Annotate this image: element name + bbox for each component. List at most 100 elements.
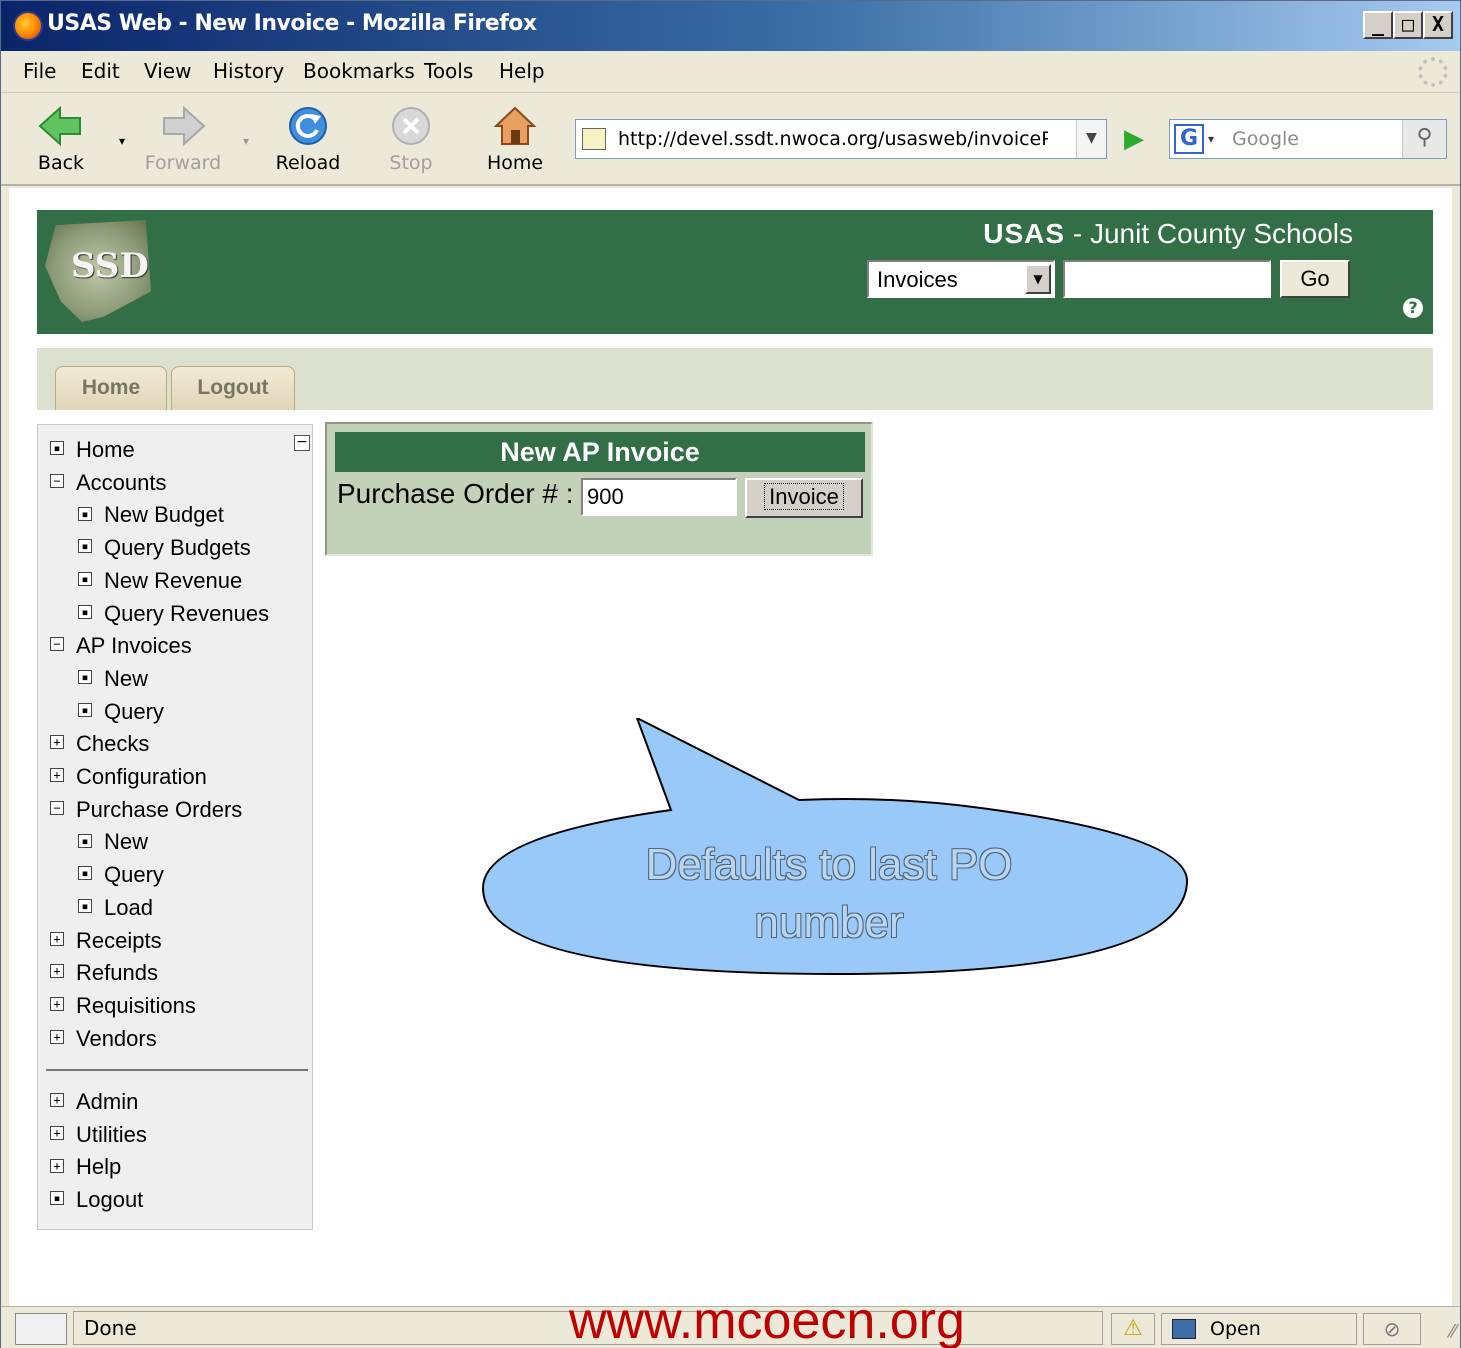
expand-icon[interactable]: +	[50, 964, 64, 979]
collapse-icon[interactable]: −	[50, 800, 64, 815]
quick-nav-input[interactable]	[1063, 260, 1271, 298]
resize-grip-icon[interactable]: ⁄⁄	[1450, 1321, 1456, 1342]
firefox-icon	[13, 11, 43, 41]
help-icon[interactable]: ?	[1403, 298, 1423, 318]
sidebar-item-query[interactable]: ▪ Query	[78, 862, 164, 888]
url-history-dropdown-icon[interactable]: ▼	[1076, 120, 1106, 158]
home-icon	[493, 106, 537, 145]
bullet-icon[interactable]: ▪	[50, 441, 64, 456]
tab-logout[interactable]: Logout	[171, 366, 295, 410]
close-button[interactable]: X	[1423, 11, 1453, 39]
menu-file[interactable]: File	[23, 59, 56, 83]
po-number-input[interactable]: 900	[581, 478, 737, 516]
expand-icon[interactable]: +	[50, 997, 64, 1012]
menu-bookmarks[interactable]: Bookmarks	[303, 59, 415, 83]
bullet-icon[interactable]: ▪	[78, 506, 92, 521]
quick-nav-go-button[interactable]: Go	[1280, 260, 1350, 298]
search-box[interactable]: G ▾ Google ⚲	[1169, 119, 1447, 159]
expand-icon[interactable]: +	[50, 768, 64, 783]
collapse-icon[interactable]: −	[50, 473, 64, 488]
sidebar-item-logout[interactable]: ▪ Logout	[50, 1187, 143, 1213]
google-engine-icon[interactable]: G	[1174, 124, 1204, 154]
url-bar[interactable]: http://devel.ssdt.nwoca.org/usasweb/invo…	[575, 119, 1107, 159]
forward-button[interactable]: Forward	[143, 102, 223, 182]
forward-dropdown-icon[interactable]: ▾	[243, 134, 249, 148]
sidebar-item-new[interactable]: ▪ New	[78, 829, 148, 855]
sidebar-item-new-budget[interactable]: ▪ New Budget	[78, 502, 224, 528]
minimize-button[interactable]: _	[1363, 11, 1393, 39]
menu-history[interactable]: History	[213, 59, 284, 83]
sidebar-item-query-revenues[interactable]: ▪ Query Revenues	[78, 601, 269, 627]
back-dropdown-icon[interactable]: ▾	[119, 134, 125, 148]
sidebar-item-checks[interactable]: + Checks	[50, 731, 149, 757]
sidebar-item-label: Configuration	[76, 764, 207, 789]
sidebar-item-utilities[interactable]: + Utilities	[50, 1122, 147, 1148]
extension-icon[interactable]: ⊘	[1363, 1313, 1421, 1345]
bullet-icon[interactable]: ▪	[78, 670, 92, 685]
quick-nav-select[interactable]: Invoices ▼	[867, 260, 1055, 298]
sidebar-item-query[interactable]: ▪ Query	[78, 699, 164, 725]
bullet-icon[interactable]: ▪	[78, 539, 92, 554]
sidebar-item-new-revenue[interactable]: ▪ New Revenue	[78, 568, 242, 594]
bullet-icon[interactable]: ▪	[78, 571, 92, 586]
home-button[interactable]: Home	[475, 102, 555, 182]
browser-window: USAS Web - New Invoice - Mozilla Firefox…	[0, 0, 1461, 1348]
invoice-button-label: Invoice	[764, 483, 844, 510]
sidebar-item-receipts[interactable]: + Receipts	[50, 928, 162, 954]
sidebar-item-admin[interactable]: + Admin	[50, 1089, 138, 1115]
sidebar-item-home[interactable]: ▪ Home	[50, 437, 135, 463]
engine-dropdown-icon[interactable]: ▾	[1208, 132, 1214, 146]
sidebar-item-configuration[interactable]: + Configuration	[50, 764, 207, 790]
back-label: Back	[37, 152, 85, 174]
bullet-icon[interactable]: ▪	[78, 898, 92, 913]
reload-button[interactable]: Reload	[268, 102, 348, 182]
sidebar-item-label: Query Revenues	[104, 600, 270, 626]
sidebar-item-accounts[interactable]: − Accounts	[50, 470, 167, 496]
back-button[interactable]: Back	[21, 102, 101, 182]
url-text[interactable]: http://devel.ssdt.nwoca.org/usasweb/invo…	[618, 128, 1048, 150]
tab-home[interactable]: Home	[55, 366, 167, 410]
warning-icon[interactable]: ⚠	[1111, 1313, 1155, 1345]
callout-text: Defaults to last PO number	[569, 836, 1089, 952]
menu-view[interactable]: View	[144, 59, 191, 83]
menu-help[interactable]: Help	[499, 59, 545, 83]
sidebar-item-vendors[interactable]: + Vendors	[50, 1026, 157, 1052]
logo-text: SSDT	[71, 246, 175, 286]
open-notebook-button[interactable]: Open Notebook	[1161, 1313, 1357, 1345]
maximize-button[interactable]: □	[1393, 11, 1423, 39]
expand-icon[interactable]: +	[50, 1029, 64, 1044]
chevron-down-icon[interactable]: ▼	[1025, 264, 1051, 294]
ssdt-logo: SSDT	[45, 220, 151, 322]
search-placeholder[interactable]: Google	[1232, 128, 1299, 150]
sidebar-item-ap-invoices[interactable]: − AP Invoices	[50, 633, 192, 659]
menu-edit[interactable]: Edit	[81, 59, 120, 83]
po-number-label: Purchase Order # :	[337, 478, 574, 509]
sidebar-item-label: Help	[76, 1154, 122, 1180]
sidebar-item-purchase-orders[interactable]: − Purchase Orders	[50, 797, 242, 823]
collapse-icon[interactable]: −	[50, 637, 64, 652]
bullet-icon[interactable]: ▪	[78, 866, 92, 881]
sidebar-item-refunds[interactable]: + Refunds	[50, 960, 158, 986]
sidebar-item-load[interactable]: ▪ Load	[78, 895, 153, 921]
bullet-icon[interactable]: ▪	[50, 1191, 64, 1206]
stop-button[interactable]: Stop	[371, 102, 451, 182]
go-arrow-icon[interactable]: ▶	[1117, 121, 1151, 157]
expand-icon[interactable]: +	[50, 1125, 64, 1140]
bullet-icon[interactable]: ▪	[78, 833, 92, 848]
sidebar-item-label: Home	[76, 437, 135, 462]
expand-icon[interactable]: +	[50, 735, 64, 750]
expand-icon[interactable]: +	[50, 1158, 64, 1173]
expand-icon[interactable]: +	[50, 1093, 64, 1108]
bullet-icon[interactable]: ▪	[78, 702, 92, 717]
search-magnifier-icon[interactable]: ⚲	[1402, 120, 1446, 158]
invoice-button[interactable]: Invoice	[745, 478, 863, 518]
collapse-menu-icon[interactable]: −	[294, 435, 310, 451]
sidebar-item-new[interactable]: ▪ New	[78, 666, 148, 692]
bullet-icon[interactable]: ▪	[78, 604, 92, 619]
sidebar-item-query-budgets[interactable]: ▪ Query Budgets	[78, 535, 251, 561]
expand-icon[interactable]: +	[50, 931, 64, 946]
menu-tools[interactable]: Tools	[424, 59, 473, 83]
sidebar-item-requisitions[interactable]: + Requisitions	[50, 993, 196, 1019]
forward-arrow-icon	[163, 105, 206, 147]
sidebar-item-help[interactable]: + Help	[50, 1154, 121, 1180]
